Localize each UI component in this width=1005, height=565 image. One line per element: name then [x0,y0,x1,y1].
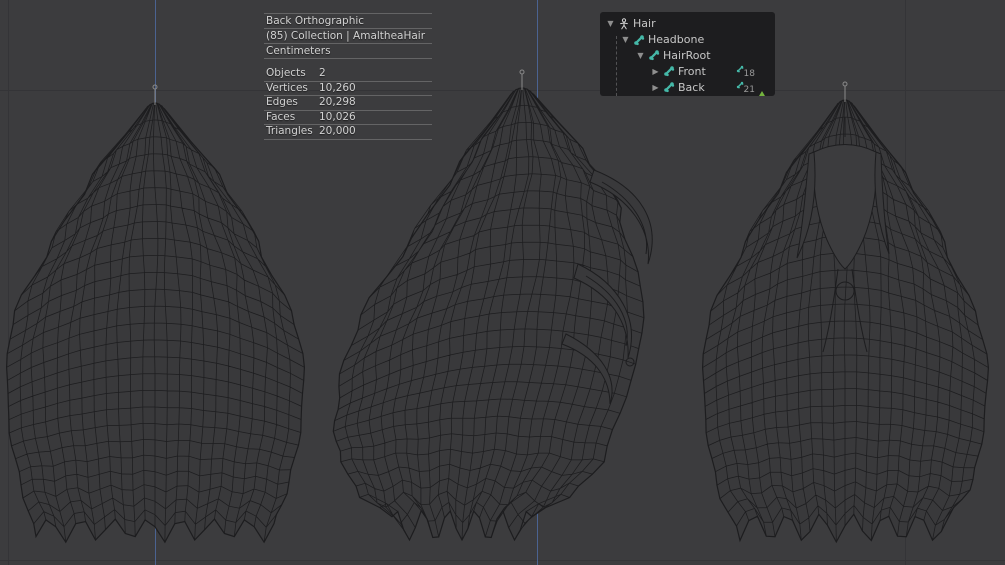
outliner-item-label: Front [678,65,706,78]
stat-value: 2 [319,67,430,81]
stat-value: 10,026 [319,111,430,125]
outliner-row-headbone[interactable]: ▼ Headbone [600,32,775,48]
bone-icon [663,81,675,93]
stat-row-vertices: Vertices10,260 [264,82,432,97]
mesh-data-icon [757,90,767,96]
units-label: Centimeters [264,44,432,59]
bone-icon [648,49,660,61]
stat-label: Faces [266,111,319,125]
viewport-header-overlay: Back Orthographic (85) Collection | Amal… [264,13,432,140]
chevron-down-icon[interactable]: ▼ [621,35,630,44]
stat-label: Edges [266,96,319,110]
armature-icon [618,18,630,30]
outliner-item-label: HairRoot [663,49,711,62]
viewport-canvas[interactable] [0,0,1005,565]
blender-viewport: Back Orthographic (85) Collection | Amal… [0,0,1005,565]
outliner-row-hair[interactable]: ▼ Hair [600,16,775,32]
stat-label: Vertices [266,82,319,96]
overlay-spacer [264,59,432,67]
outliner-row-front[interactable]: ▶ Front 18 [600,63,775,79]
chevron-right-icon[interactable]: ▶ [651,67,660,76]
outliner-tree: ▼Hair▼Headbone▼HairRoot▶Front18▶Back21 [600,16,775,95]
stat-row-faces: Faces10,026 [264,111,432,126]
stat-value: 10,260 [319,82,430,96]
bone-icon [663,65,675,77]
view-name-label: Back Orthographic [264,14,432,29]
bone-count: 18 [744,69,755,79]
collection-info-label: (85) Collection | AmaltheaHair [264,29,432,44]
outliner-item-label: Hair [633,17,656,30]
stat-row-objects: Objects2 [264,67,432,82]
chevron-down-icon[interactable]: ▼ [636,51,645,60]
stat-label: Triangles [266,125,319,139]
stat-label: Objects [266,67,319,81]
stat-value: 20,000 [319,125,430,139]
chevron-right-icon[interactable]: ▶ [651,83,660,92]
bone-icon [633,34,645,46]
outliner-item-label: Back [678,81,705,94]
stat-row-triangles: Triangles20,000 [264,125,432,140]
outliner-row-back[interactable]: ▶ Back 21 [600,79,775,95]
chevron-down-icon[interactable]: ▼ [606,19,615,28]
stat-value: 20,298 [319,96,430,110]
bone-icon [736,81,744,89]
bone-count-badge: 21 [736,81,755,91]
bone-icon [736,65,744,73]
outliner-panel: ▼Hair▼Headbone▼HairRoot▶Front18▶Back21 [600,12,775,96]
outliner-item-label: Headbone [648,33,704,46]
statistics-table: Objects2Vertices10,260Edges20,298Faces10… [264,67,432,140]
outliner-row-hairroot[interactable]: ▼ HairRoot [600,48,775,64]
stat-row-edges: Edges20,298 [264,96,432,111]
bone-count-badge: 18 [736,65,755,75]
bone-count: 21 [744,85,755,95]
